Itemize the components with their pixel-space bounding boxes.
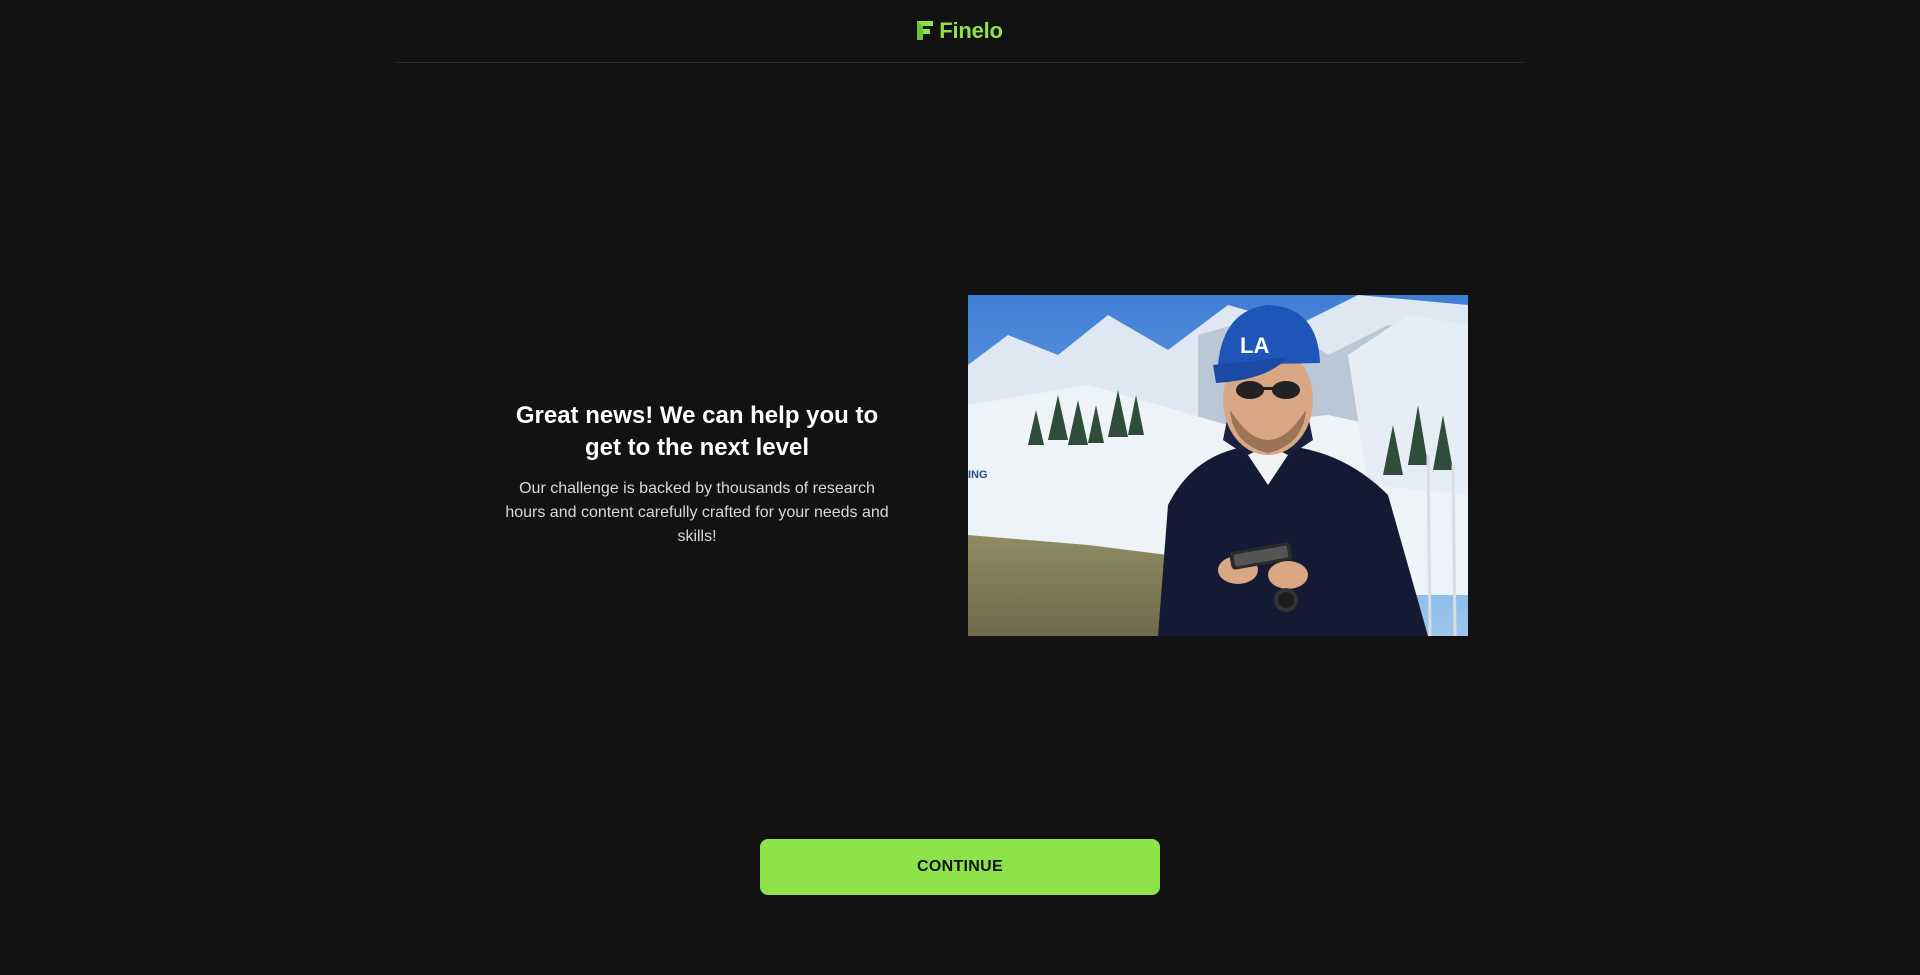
brand-name: Finelo xyxy=(939,17,1003,43)
top-header: Finelo xyxy=(397,0,1523,63)
page-title: Great news! We can help you to get to th… xyxy=(515,402,879,461)
svg-text:ING: ING xyxy=(968,469,988,481)
brand-logo[interactable]: Finelo xyxy=(917,18,1003,44)
continue-button[interactable]: CONTINUE xyxy=(760,839,1160,895)
info-panel: Great news! We can help you to get to th… xyxy=(497,400,897,549)
hero-photo: LA ING xyxy=(968,295,1468,636)
page-description: Our challenge is backed by thousands of … xyxy=(505,480,889,545)
svg-text:LA: LA xyxy=(1240,333,1269,358)
finelo-logo-icon xyxy=(917,21,934,40)
hero-photo-image: LA ING xyxy=(968,295,1468,636)
